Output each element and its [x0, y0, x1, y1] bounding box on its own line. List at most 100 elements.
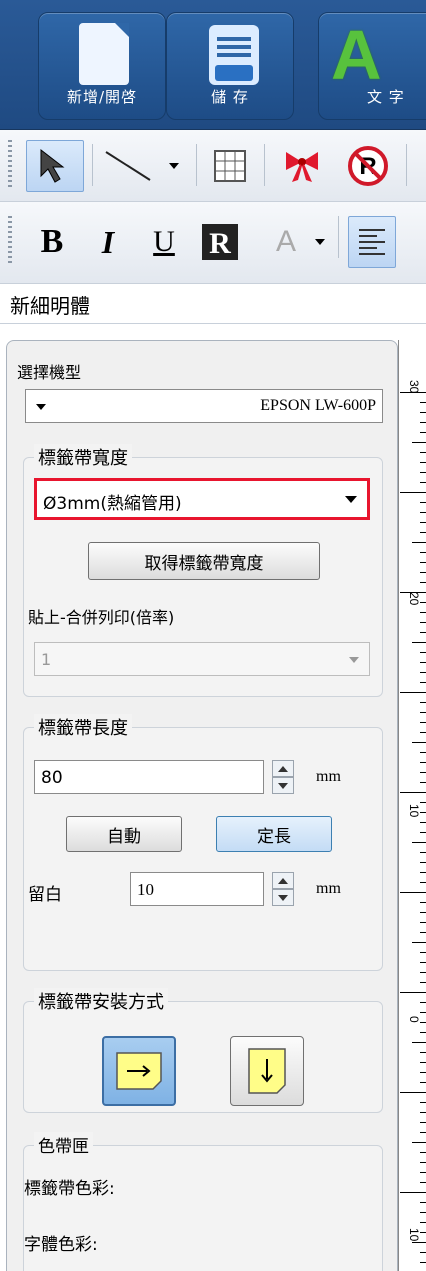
ruler-tick [420, 1082, 426, 1083]
save-label: 儲 存 [211, 88, 249, 106]
model-select[interactable]: EPSON LW-600P [25, 389, 383, 423]
ruler-tick [420, 1132, 426, 1133]
ruler-tick [420, 512, 426, 513]
margin-stepper[interactable] [272, 872, 294, 906]
ruler-tick [420, 1202, 426, 1203]
font-color-button[interactable]: A [264, 216, 308, 268]
arrow-down-note-icon [248, 1048, 286, 1094]
ruler-tick [420, 402, 426, 403]
table-tool-button[interactable] [204, 140, 256, 192]
get-tape-width-button[interactable]: 取得標籤帶寬度 [88, 542, 320, 580]
chevron-down-icon [169, 163, 179, 169]
tape-length-stepper[interactable] [272, 760, 294, 794]
ruler-tick [420, 652, 426, 653]
line-dropdown-button[interactable] [162, 140, 186, 192]
line-icon [105, 151, 151, 181]
ruler-tick [420, 832, 426, 833]
ruler-tick [412, 1042, 426, 1043]
app-window: { "ribbon": { "new_open": "新增/開啓", "save… [0, 0, 426, 1271]
ruler-tick [400, 492, 426, 493]
save-button[interactable]: 儲 存 [166, 12, 294, 120]
ruler-tick [420, 1262, 426, 1263]
fixed-length-button[interactable]: 定長 [216, 816, 332, 852]
registered-symbol-button[interactable]: R [338, 140, 398, 192]
paste-scale-select[interactable]: 1 [34, 642, 370, 676]
margin-input[interactable]: 10 [130, 872, 264, 906]
ruler-tick [420, 702, 426, 703]
symbol-tool-button[interactable] [272, 140, 332, 192]
tape-color-label: 標籤帶色彩: [24, 1179, 115, 1199]
ruler-tick [420, 432, 426, 433]
ruler-tick [420, 752, 426, 753]
toolbar-grip[interactable] [8, 140, 12, 190]
ruler-tick [420, 1102, 426, 1103]
tape-width-title: 標籤帶寬度 [34, 444, 132, 470]
ruler-tick [420, 1222, 426, 1223]
ruler-tick [420, 862, 426, 863]
ruler-tick [420, 882, 426, 883]
svg-text:R: R [209, 227, 231, 260]
tape-width-select[interactable]: Ø3mm(熱縮管用) [34, 478, 370, 520]
text-label: 文 字 [367, 88, 405, 106]
install-horizontal-button[interactable] [102, 1036, 176, 1106]
ruler-tick [420, 1162, 426, 1163]
ruler-tick [420, 1072, 426, 1073]
font-color-dropdown[interactable] [310, 216, 330, 268]
tape-width-value: Ø3mm(熱縮管用) [43, 494, 182, 514]
ruler-tick [420, 1062, 426, 1063]
save-disk-icon [209, 25, 259, 85]
reverse-button[interactable]: R [194, 216, 246, 268]
tape-install-title: 標籤帶安裝方式 [34, 988, 168, 1014]
bold-button[interactable]: B [28, 216, 76, 268]
ribbon-cartridge-group: 色帶匣 標籤帶色彩: 字體色彩: [23, 1132, 383, 1271]
ruler-tick [400, 792, 426, 793]
ruler-tick [420, 1012, 426, 1013]
tape-length-unit: mm [316, 768, 341, 785]
paste-merge-label: 貼上-合併列印(倍率) [28, 608, 175, 627]
vertical-ruler: 30 20 10 0 10 [398, 340, 426, 1271]
text-button[interactable]: A 文 字 [318, 12, 426, 120]
margin-value: 10 [137, 880, 154, 899]
tape-length-input[interactable]: 80 [34, 760, 264, 794]
italic-button[interactable]: I [84, 216, 132, 268]
ruler-tick [420, 1182, 426, 1183]
tape-length-title: 標籤帶長度 [34, 714, 132, 740]
reverse-r-icon: R [202, 224, 238, 260]
ruler-tick [420, 522, 426, 523]
ruler-tick [420, 1052, 426, 1053]
ruler-tick [420, 472, 426, 473]
ruler-tick [420, 982, 426, 983]
font-name: 新細明體 [10, 294, 90, 318]
ruler-tick [420, 772, 426, 773]
ruler-tick [420, 1112, 426, 1113]
install-vertical-button[interactable] [230, 1036, 304, 1106]
ruler-tick [420, 612, 426, 613]
toolbar-grip[interactable] [8, 216, 12, 266]
ruler-tick [420, 1172, 426, 1173]
ruler-tick [412, 942, 426, 943]
new-open-label: 新增/開啓 [66, 88, 138, 106]
ruler-tick [420, 972, 426, 973]
paste-scale-value: 1 [41, 650, 52, 669]
line-tool-button[interactable] [100, 140, 160, 192]
new-open-button[interactable]: 新增/開啓 [38, 12, 166, 120]
auto-length-button[interactable]: 自動 [66, 816, 182, 852]
ruler-label: 10 [407, 1228, 421, 1242]
underline-button[interactable]: U [140, 216, 188, 268]
model-value: EPSON LW-600P [260, 397, 376, 414]
ruler-tick [412, 542, 426, 543]
align-left-button[interactable] [348, 216, 396, 268]
ruler-tick [420, 572, 426, 573]
font-name-box[interactable]: 新細明體 [0, 284, 426, 324]
ruler-tick [412, 742, 426, 743]
ruler-tick [412, 1242, 426, 1243]
ruler-tick [420, 562, 426, 563]
tape-length-group: 標籤帶長度 80 mm 自動 定長 留白 10 mm [23, 714, 383, 971]
ruler-tick [420, 722, 426, 723]
select-arrow-button[interactable] [26, 140, 84, 192]
margin-unit: mm [316, 880, 341, 897]
tape-install-group: 標籤帶安裝方式 [23, 988, 383, 1113]
registered-mark-icon: R [348, 146, 388, 186]
ruler-tick [420, 1032, 426, 1033]
ruler-tick [420, 1002, 426, 1003]
